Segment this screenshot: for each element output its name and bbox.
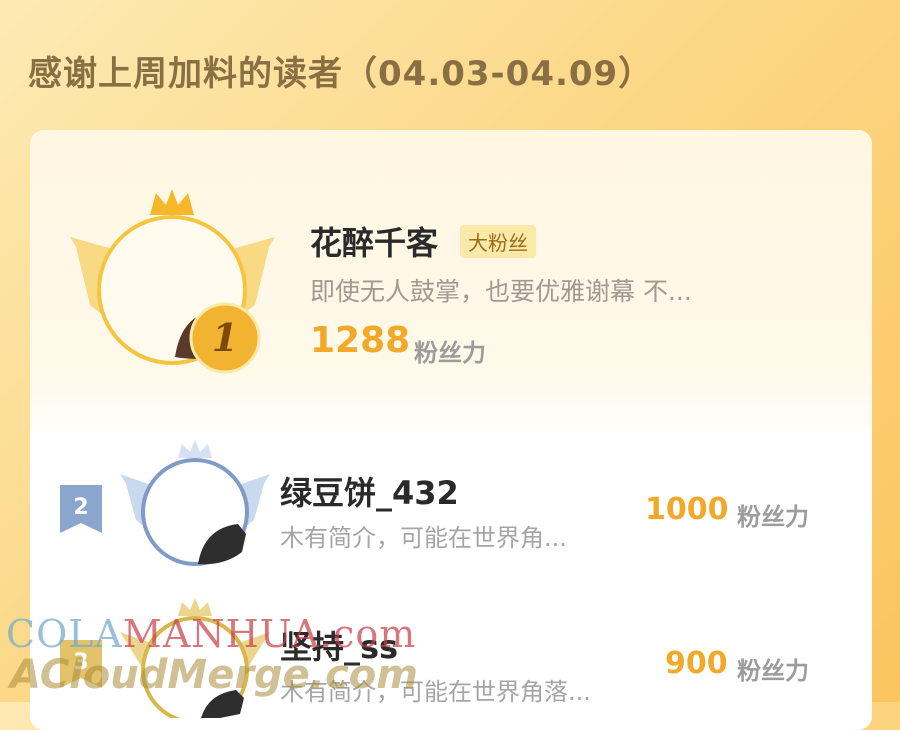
- rank-3-name[interactable]: 坚持_ss: [280, 622, 398, 668]
- rank-1-score-label: 粉丝力: [414, 339, 486, 367]
- page-title: 感谢上周加料的读者（04.03-04.09）: [28, 54, 654, 94]
- top-reader-panel[interactable]: 1 花醉千客 大粉丝 即使无人鼓掌，也要优雅谢幕 不... 1288 粉丝力: [30, 130, 872, 430]
- rank-2-avatar[interactable]: [120, 440, 270, 570]
- crown-icon: [150, 189, 194, 215]
- rank-3-score-label: 粉丝力: [737, 657, 809, 685]
- rank-3-score: 900: [665, 646, 728, 681]
- rank-2-bio: 木有简介，可能在世界角...: [280, 524, 567, 552]
- rank-1-score: 1288: [310, 320, 411, 361]
- rank-2-name[interactable]: 绿豆饼_432: [280, 468, 459, 514]
- rank-2-score: 1000: [645, 492, 729, 527]
- rank-3-flag-icon: 3: [60, 640, 102, 688]
- rank-2-flag-icon: 2: [60, 485, 102, 533]
- svg-text:2: 2: [73, 495, 88, 520]
- leaderboard-card: 1 花醉千客 大粉丝 即使无人鼓掌，也要优雅谢幕 不... 1288 粉丝力 2…: [30, 130, 872, 730]
- rank-1-number: 1: [212, 315, 238, 360]
- rank-3-avatar[interactable]: [120, 598, 270, 718]
- rank-1-avatar[interactable]: 1: [70, 185, 275, 375]
- rank-1-bio: 即使无人鼓掌，也要优雅谢幕 不...: [310, 277, 692, 306]
- rank-1-name[interactable]: 花醉千客: [310, 218, 438, 264]
- rank-2-score-label: 粉丝力: [737, 503, 809, 531]
- fan-level-badge: 大粉丝: [460, 225, 536, 258]
- svg-text:3: 3: [73, 650, 88, 675]
